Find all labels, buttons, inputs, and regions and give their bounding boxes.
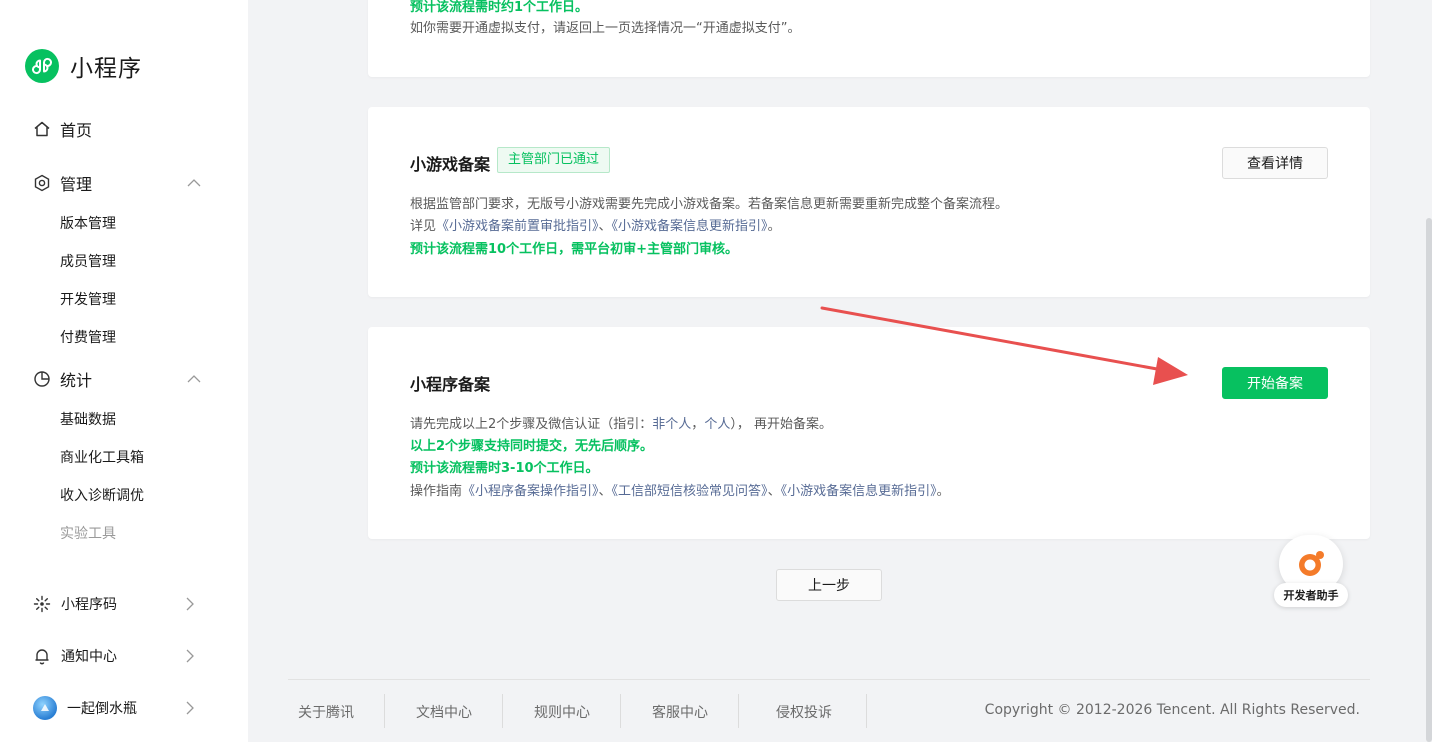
home-icon <box>33 120 51 138</box>
virtual-payment-hint: 如你需要开通虚拟支付，请返回上一页选择情况一“开通虚拟支付”。 <box>410 21 801 36</box>
assistant-label: 开发者助手 <box>1274 583 1348 607</box>
account-name: 一起倒水瓶 <box>67 701 137 717</box>
sidebar-item-stats[interactable]: 统计 <box>33 367 203 391</box>
guide-prefix: 详见 <box>410 219 437 234</box>
copyright: Copyright © 2012-2026 Tencent. All Right… <box>984 702 1360 718</box>
estimate-text: 预计该流程需时3-10个工作日。 <box>410 461 599 476</box>
sidebar-item-label: 统计 <box>60 371 93 390</box>
footer-link-support[interactable]: 客服中心 <box>652 702 708 722</box>
pie-chart-icon <box>33 370 51 388</box>
footer-separator <box>866 694 867 728</box>
guide-link-info-update[interactable]: 《小游戏备案信息更新指引》 <box>612 219 768 234</box>
mini-program-filing-card: 小程序备案 开始备案 请先完成以上2个步骤及微信认证（指引：非个人，个人）， 再… <box>368 327 1370 539</box>
card-title: 小游戏备案 <box>410 155 491 174</box>
separator: 、 <box>767 484 781 499</box>
settings-hexagon-icon <box>33 174 51 192</box>
footer-divider <box>288 679 1370 680</box>
chevron-right-icon <box>185 649 195 663</box>
sidebar-item-label: 小程序码 <box>61 597 117 613</box>
footer-separator <box>738 694 739 728</box>
sidebar-subitem-revenue-diagnosis[interactable]: 收入诊断调优 <box>60 485 144 505</box>
sidebar-item-account[interactable]: 一起倒水瓶 <box>33 696 195 720</box>
footer-link-about[interactable]: 关于腾讯 <box>298 702 354 722</box>
period: 。 <box>767 219 781 234</box>
sun-code-icon <box>33 595 51 613</box>
chevron-up-icon <box>187 374 201 384</box>
bell-icon <box>33 647 51 665</box>
sidebar-item-label: 首页 <box>60 121 93 140</box>
parallel-steps-text: 以上2个步骤支持同时提交，无先后顺序。 <box>410 439 654 454</box>
period: 。 <box>936 484 950 499</box>
estimate-text: 预计该流程需时约1个工作日。 <box>410 0 589 15</box>
desc-prefix: 请先完成以上2个步骤及微信认证（指引： <box>410 417 653 432</box>
card-description: 根据监管部门要求，无版号小游戏需要先完成小游戏备案。若备案信息更新需要重新完成整… <box>410 197 1009 212</box>
desc-suffix: ）， 再开始备案。 <box>730 417 832 432</box>
sidebar-item-manage[interactable]: 管理 <box>33 171 203 195</box>
sidebar-subitem-basic-data[interactable]: 基础数据 <box>60 409 116 429</box>
mini-program-logo-icon <box>25 49 59 83</box>
virtual-payment-card: 预计该流程需时约1个工作日。 如你需要开通虚拟支付，请返回上一页选择情况一“开通… <box>368 0 1370 77</box>
sidebar-item-label: 通知中心 <box>61 649 117 665</box>
sidebar-subitem-commerce-tools[interactable]: 商业化工具箱 <box>60 447 144 467</box>
chevron-up-icon <box>187 178 201 188</box>
guide-link-filing-operation[interactable]: 《小程序备案操作指引》 <box>462 484 599 499</box>
developer-assistant-button[interactable]: 开发者助手 <box>1274 535 1348 607</box>
guide-link-game-info-update[interactable]: 《小游戏备案信息更新指引》 <box>781 484 937 499</box>
guide-link-non-personal[interactable]: 非个人 <box>652 417 691 432</box>
sidebar-subitem-experiment-tools[interactable]: 实验工具 <box>60 523 116 543</box>
card-guides: 详见《小游戏备案前置审批指引》、《小游戏备案信息更新指引》。 <box>410 215 781 234</box>
sidebar-item-label: 管理 <box>60 175 93 194</box>
start-filing-button[interactable]: 开始备案 <box>1222 367 1328 399</box>
footer-separator <box>384 694 385 728</box>
sidebar-subitem-version[interactable]: 版本管理 <box>60 213 116 233</box>
footer-link-docs[interactable]: 文档中心 <box>416 702 472 722</box>
footer-separator <box>502 694 503 728</box>
footer-separator <box>620 694 621 728</box>
separator: ， <box>691 417 705 432</box>
card-title: 小程序备案 <box>410 375 491 394</box>
footer-link-infringement[interactable]: 侵权投诉 <box>776 702 832 722</box>
brand-title: 小程序 <box>70 56 142 82</box>
sidebar: 小程序 首页 管理 版本管理 成员管理 开发管理 付费管理 统计 基础数据 商业… <box>0 0 248 742</box>
brand[interactable]: 小程序 <box>25 49 142 83</box>
view-details-button[interactable]: 查看详情 <box>1222 147 1328 179</box>
card-description: 请先完成以上2个步骤及微信认证（指引：非个人，个人）， 再开始备案。 <box>410 413 832 432</box>
guide-link-prior-approval[interactable]: 《小游戏备案前置审批指引》 <box>436 219 599 234</box>
estimate-text: 预计该流程需10个工作日，需平台初审+主管部门审核。 <box>410 242 738 257</box>
status-badge: 主管部门已通过 <box>497 147 611 173</box>
guide-link-personal[interactable]: 个人 <box>704 417 730 432</box>
separator: 、 <box>598 219 612 234</box>
sidebar-item-notifications[interactable]: 通知中心 <box>33 646 195 666</box>
sidebar-subitem-dev[interactable]: 开发管理 <box>60 289 116 309</box>
guide-prefix: 操作指南 <box>410 484 463 499</box>
footer-link-rules[interactable]: 规则中心 <box>534 702 590 722</box>
card-guides: 操作指南《小程序备案操作指引》、《工信部短信核验常见问答》、《小游戏备案信息更新… <box>410 480 950 499</box>
sidebar-item-qrcode[interactable]: 小程序码 <box>33 594 195 614</box>
sidebar-subitem-members[interactable]: 成员管理 <box>60 251 116 271</box>
chevron-right-icon <box>185 597 195 611</box>
sidebar-subitem-billing[interactable]: 付费管理 <box>60 327 116 347</box>
scrollbar-thumb[interactable] <box>1426 218 1432 742</box>
previous-step-button[interactable]: 上一步 <box>776 569 882 601</box>
sidebar-item-home[interactable]: 首页 <box>33 117 203 141</box>
guide-link-sms-verification-faq[interactable]: 《工信部短信核验常见问答》 <box>612 484 768 499</box>
separator: 、 <box>598 484 612 499</box>
chevron-right-icon <box>185 701 195 715</box>
avatar <box>33 696 57 720</box>
mini-game-filing-card: 小游戏备案 主管部门已通过 查看详情 根据监管部门要求，无版号小游戏需要先完成小… <box>368 107 1370 297</box>
